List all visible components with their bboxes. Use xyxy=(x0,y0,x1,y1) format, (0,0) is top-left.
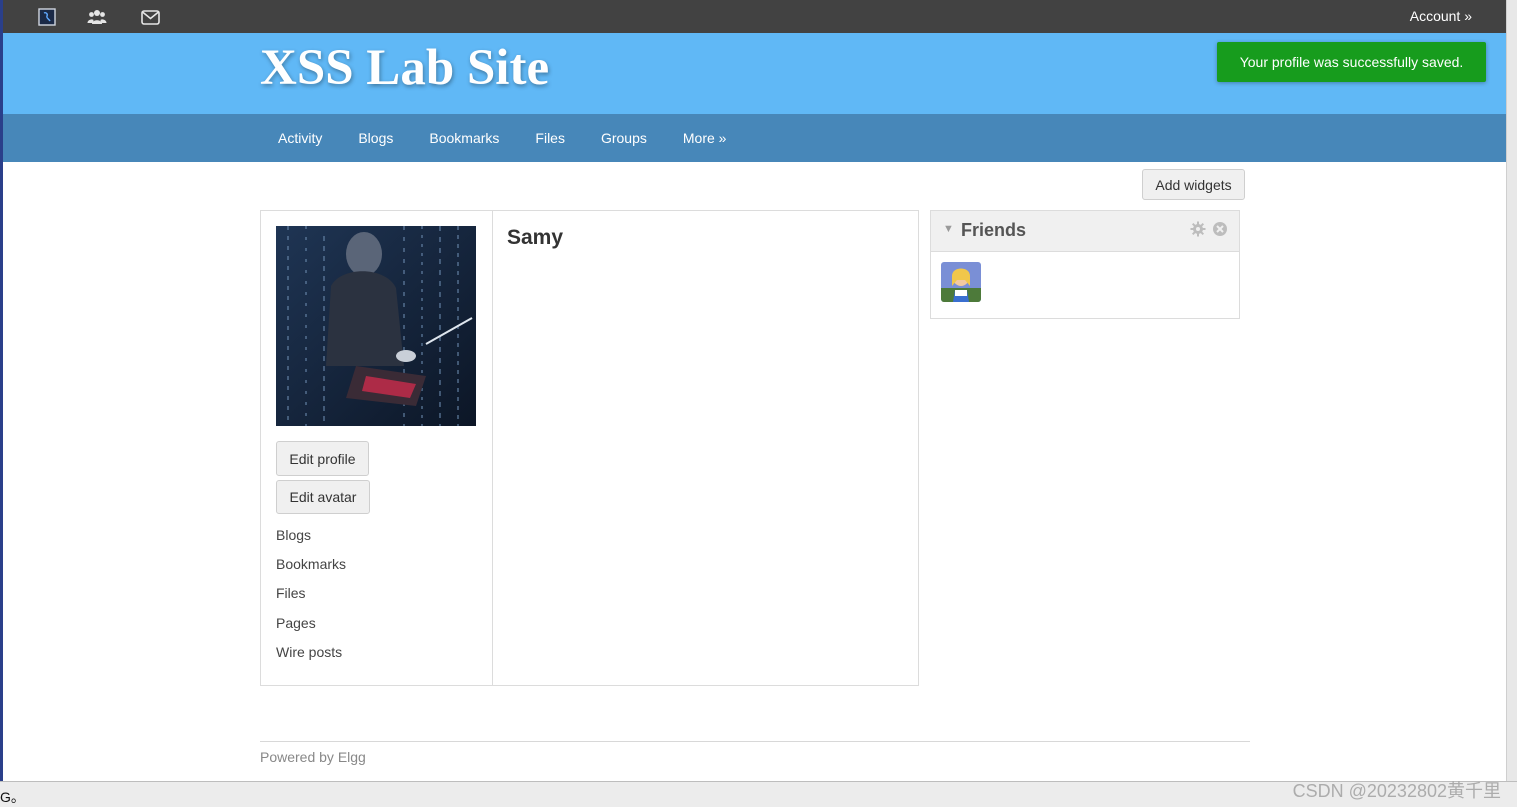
site-navbar: Activity Blogs Bookmarks Files Groups Mo… xyxy=(3,114,1506,162)
nav-menu: Activity Blogs Bookmarks Files Groups Mo… xyxy=(260,114,744,162)
csdn-watermark: CSDN @20232802黄千里 xyxy=(1292,781,1501,801)
success-flash-message[interactable]: Your profile was successfully saved. xyxy=(1217,42,1486,82)
owner-menu-pages[interactable]: Pages xyxy=(276,613,346,642)
collapse-icon[interactable]: ▼ xyxy=(943,223,954,235)
close-icon[interactable] xyxy=(1212,221,1228,237)
profile-name: Samy xyxy=(507,226,564,249)
profile-avatar[interactable] xyxy=(276,226,476,426)
account-menu[interactable]: Account » xyxy=(1410,8,1472,24)
nav-blogs[interactable]: Blogs xyxy=(340,114,411,162)
widget-title: Friends xyxy=(961,220,1027,240)
nav-bookmarks[interactable]: Bookmarks xyxy=(411,114,517,162)
profile-owner-block: Edit profile Edit avatar Blogs Bookmarks… xyxy=(261,211,493,685)
status-text: G。 xyxy=(0,789,25,805)
window-scrollbar[interactable] xyxy=(1506,0,1517,781)
site-title[interactable]: XSS Lab Site xyxy=(260,39,549,97)
owner-menu-files[interactable]: Files xyxy=(276,583,346,612)
users-icon[interactable] xyxy=(87,7,107,27)
nav-groups[interactable]: Groups xyxy=(583,114,665,162)
owner-menu-wire-posts[interactable]: Wire posts xyxy=(276,642,346,671)
nav-activity[interactable]: Activity xyxy=(260,114,340,162)
nav-files[interactable]: Files xyxy=(517,114,583,162)
footer-powered-by[interactable]: Powered by Elgg xyxy=(260,749,366,765)
edit-profile-button[interactable]: Edit profile xyxy=(276,441,369,476)
owner-menu-bookmarks[interactable]: Bookmarks xyxy=(276,554,346,583)
browser-status-bar: G。 xyxy=(0,781,1517,807)
elgg-logo-icon[interactable] xyxy=(37,7,57,27)
nav-more[interactable]: More » xyxy=(665,114,745,162)
profile-box: Edit profile Edit avatar Blogs Bookmarks… xyxy=(260,210,919,686)
owner-menu-blogs[interactable]: Blogs xyxy=(276,525,346,554)
add-widgets-button[interactable]: Add widgets xyxy=(1142,169,1245,200)
topbar: Account » xyxy=(3,0,1506,33)
footer-divider xyxy=(260,741,1250,742)
widget-header: ▼ Friends xyxy=(931,211,1239,252)
owner-menu: Blogs Bookmarks Files Pages Wire posts xyxy=(276,525,346,671)
mail-icon[interactable] xyxy=(140,7,160,27)
edit-avatar-button[interactable]: Edit avatar xyxy=(276,480,370,514)
friends-widget: ▼ Friends xyxy=(930,210,1240,319)
friend-avatar[interactable] xyxy=(941,262,981,302)
gear-icon[interactable] xyxy=(1190,221,1206,237)
site-header: XSS Lab Site Your profile was successful… xyxy=(3,33,1506,114)
